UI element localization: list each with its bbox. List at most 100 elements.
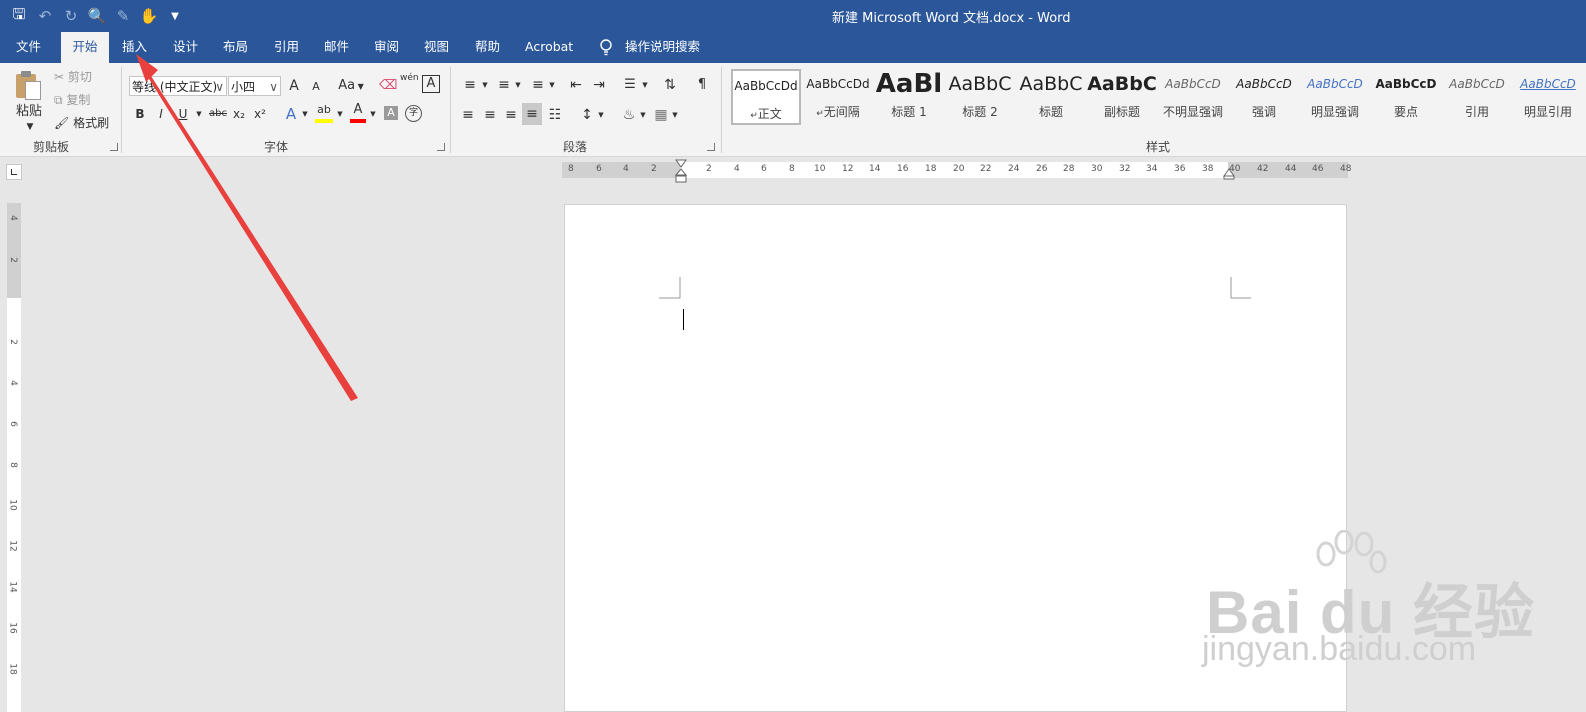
horizontal-ruler[interactable]: 8 6 4 2 2 4 6 8 10 12 14 16 18 20 22 24 … <box>562 159 1351 183</box>
chevron-down-icon[interactable]: ▼ <box>671 104 679 126</box>
character-shading-button[interactable]: A <box>384 106 398 120</box>
chevron-down-icon[interactable]: ▼ <box>639 104 647 126</box>
style-subtitle[interactable]: AaBbC 副标题 <box>1087 69 1157 125</box>
enclose-characters-button[interactable]: 字 <box>405 105 422 122</box>
style-emphasis[interactable]: AaBbCcD 强调 <box>1229 69 1299 125</box>
style-strong[interactable]: AaBbCcD 要点 <box>1371 69 1441 125</box>
separator <box>121 67 122 153</box>
separator <box>450 67 451 153</box>
chevron-down-icon[interactable]: ▼ <box>335 103 345 125</box>
indent-marker-icon[interactable] <box>675 159 687 183</box>
numbering-icon[interactable]: ≡ <box>493 74 515 96</box>
shading-bucket-icon[interactable]: ♨ <box>619 104 639 126</box>
underline-button[interactable]: U <box>176 103 190 125</box>
style-heading-1[interactable]: AaBl 标题 1 <box>874 69 944 125</box>
shrink-font-button[interactable]: A <box>310 76 322 98</box>
tab-help[interactable]: 帮助 <box>475 32 500 63</box>
style-no-spacing[interactable]: AaBbCcDd ↵无间隔 <box>803 69 873 125</box>
grow-font-button[interactable]: A <box>287 75 301 97</box>
font-name-combo[interactable]: 等线 (中文正文) ∨ <box>129 76 227 96</box>
draw-icon[interactable]: ✎ <box>112 5 134 27</box>
tab-design[interactable]: 设计 <box>173 32 198 63</box>
undo-icon[interactable]: ↶ <box>34 5 56 27</box>
tab-layout[interactable]: 布局 <box>223 32 248 63</box>
chevron-down-icon[interactable]: ▼ <box>194 103 204 125</box>
customize-qat-icon[interactable]: ▼ <box>164 5 186 27</box>
line-spacing-icon[interactable]: ↕ <box>577 104 597 126</box>
clipboard-launcher-icon[interactable] <box>110 143 118 151</box>
style-heading-2[interactable]: AaBbC 标题 2 <box>945 69 1015 125</box>
font-size-combo[interactable]: 小四 ∨ <box>228 76 281 96</box>
copy-icon: ⧉ <box>54 93 63 107</box>
show-marks-icon[interactable]: ¶ <box>694 74 710 96</box>
paste-icon[interactable] <box>14 70 42 100</box>
borders-icon[interactable]: ▦ <box>652 104 670 126</box>
bullets-icon[interactable]: ≡ <box>459 74 481 96</box>
highlight-button[interactable]: ab <box>315 101 333 123</box>
paragraph-launcher-icon[interactable] <box>707 143 715 151</box>
phonetic-guide-button[interactable]: wén <box>400 73 419 95</box>
sort-icon[interactable]: ⇅ <box>661 74 679 96</box>
redo-icon[interactable]: ↻ <box>60 5 82 27</box>
chevron-down-icon[interactable]: ∨ <box>269 77 278 95</box>
bold-button[interactable]: B <box>134 103 146 125</box>
subscript-button[interactable]: x₂ <box>231 103 247 125</box>
tab-file[interactable]: 文件 <box>16 32 42 63</box>
cut-button[interactable]: ✂ 剪切 <box>54 66 92 88</box>
decrease-indent-icon[interactable]: ⇤ <box>566 74 586 96</box>
paste-dropdown-icon[interactable]: ▼ <box>22 116 38 138</box>
font-color-button[interactable]: A <box>350 101 366 123</box>
chevron-down-icon[interactable]: ▼ <box>548 74 556 96</box>
format-painter-button[interactable]: 🖌 格式刷 <box>54 112 109 134</box>
touch-mode-icon[interactable]: ✋ <box>138 5 160 27</box>
font-launcher-icon[interactable] <box>437 143 445 151</box>
copy-button[interactable]: ⧉ 复制 <box>54 89 90 111</box>
style-intense-quote[interactable]: AaBbCcD 明显引用 <box>1513 69 1583 125</box>
scissors-icon: ✂ <box>54 70 65 84</box>
align-left-icon[interactable]: ≡ <box>459 104 477 126</box>
save-icon[interactable]: 🖫 <box>8 5 30 27</box>
change-case-button[interactable]: Aa ▼ <box>336 75 366 97</box>
tell-me-search[interactable]: 操作说明搜索 <box>625 32 700 63</box>
multilevel-list-icon[interactable]: ≡ <box>527 74 549 96</box>
text-effects-button[interactable]: A <box>283 103 299 125</box>
align-right-icon[interactable]: ≡ <box>502 104 520 126</box>
justify-icon[interactable]: ≡ <box>522 103 542 125</box>
strikethrough-button[interactable]: abc <box>208 103 228 125</box>
superscript-button[interactable]: x² <box>252 103 268 125</box>
chevron-down-icon[interactable]: ▼ <box>641 74 649 96</box>
style-normal[interactable]: AaBbCcDd ↵正文 <box>731 69 801 125</box>
align-center-icon[interactable]: ≡ <box>481 104 499 126</box>
tab-home[interactable]: 开始 <box>61 32 109 63</box>
font-group-label: 字体 <box>264 140 289 154</box>
tab-selector[interactable] <box>6 164 22 180</box>
style-quote[interactable]: AaBbCcD 引用 <box>1442 69 1512 125</box>
chevron-down-icon[interactable]: ▼ <box>368 103 378 125</box>
style-title[interactable]: AaBbC 标题 <box>1016 69 1086 125</box>
chevron-down-icon[interactable]: ▼ <box>597 104 605 126</box>
tab-view[interactable]: 视图 <box>424 32 449 63</box>
distributed-icon[interactable]: ☷ <box>546 104 564 126</box>
style-intense-emphasis[interactable]: AaBbCcD 明显强调 <box>1300 69 1370 125</box>
tab-references[interactable]: 引用 <box>274 32 299 63</box>
chevron-down-icon[interactable]: ▼ <box>300 103 310 125</box>
vertical-ruler[interactable]: 4 2 2 4 6 8 10 12 14 16 18 <box>7 203 21 712</box>
clear-formatting-icon[interactable]: ⌫ <box>379 75 397 97</box>
ribbon-tabs: 文件 开始 插入 设计 布局 引用 邮件 审阅 视图 帮助 Acrobat 操作… <box>0 32 1586 63</box>
increase-indent-icon[interactable]: ⇥ <box>589 74 609 96</box>
style-subtle-emphasis[interactable]: AaBbCcD 不明显强调 <box>1158 69 1228 125</box>
print-preview-icon[interactable]: 🔍 <box>86 5 108 27</box>
text-direction-icon[interactable]: ☰ <box>619 74 641 96</box>
tab-insert[interactable]: 插入 <box>122 32 147 63</box>
tab-review[interactable]: 审阅 <box>374 32 399 63</box>
tab-mailings[interactable]: 邮件 <box>324 32 349 63</box>
chevron-down-icon[interactable]: ▼ <box>514 74 522 96</box>
tab-acrobat[interactable]: Acrobat <box>525 32 573 63</box>
character-border-button[interactable]: A <box>422 75 440 93</box>
chevron-down-icon[interactable]: ▼ <box>481 74 489 96</box>
lightbulb-icon[interactable] <box>598 38 614 58</box>
right-indent-marker-icon[interactable] <box>1223 168 1235 180</box>
chevron-down-icon[interactable]: ∨ <box>215 77 224 95</box>
italic-button[interactable]: I <box>155 103 167 125</box>
text-cursor <box>683 309 684 330</box>
